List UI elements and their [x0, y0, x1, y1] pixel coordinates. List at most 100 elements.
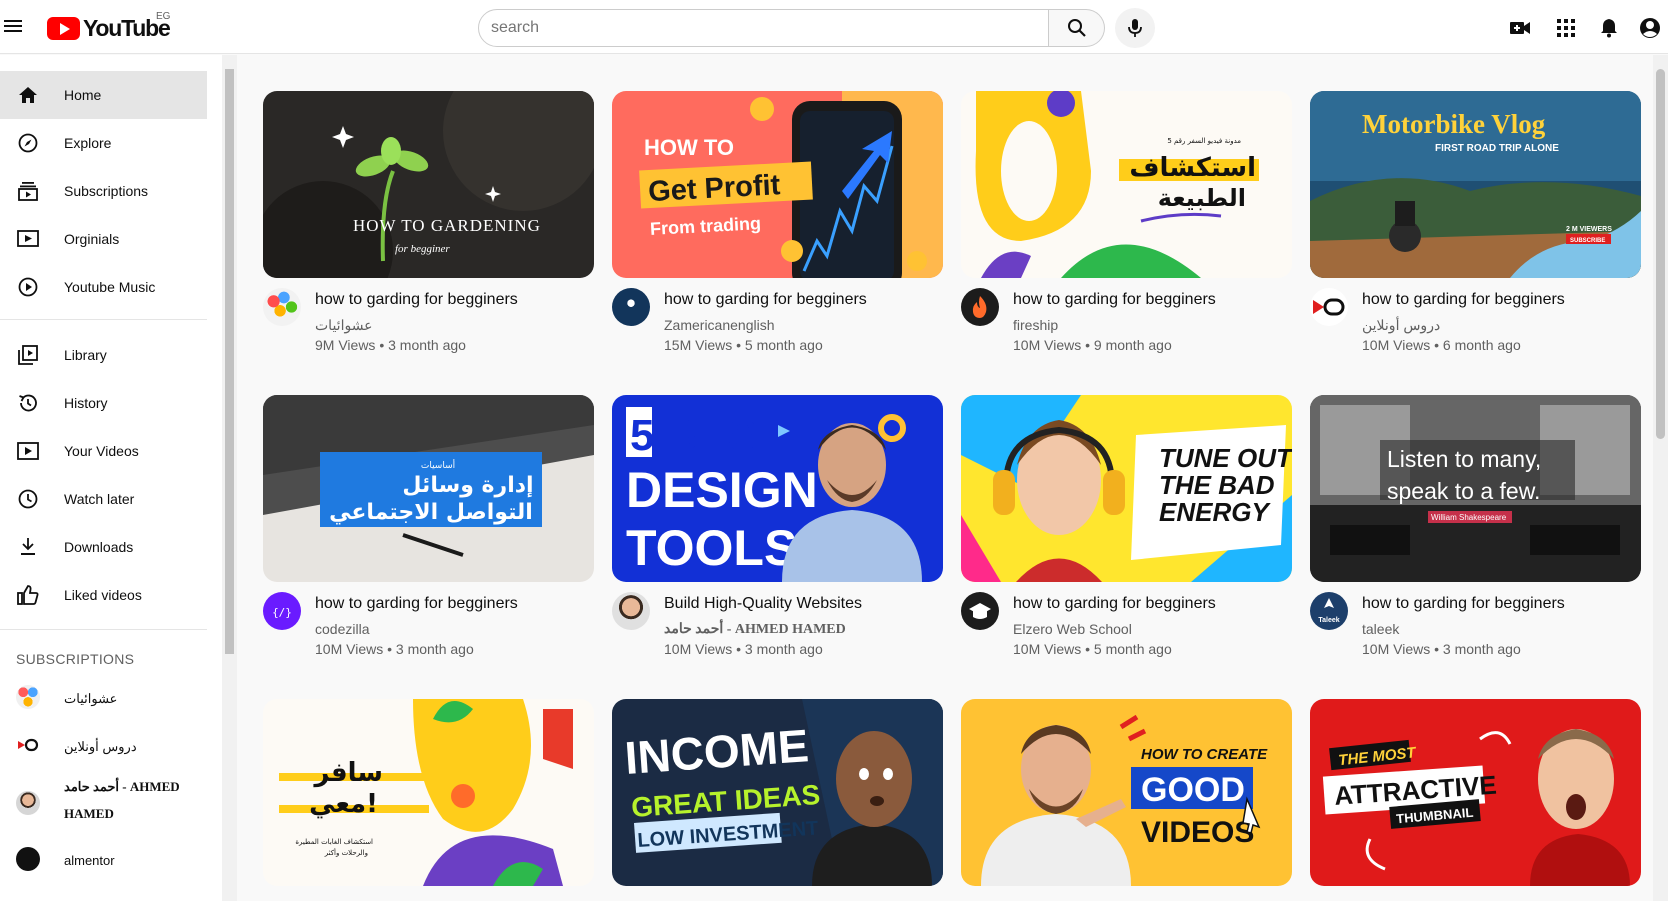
sidebar-item-watch-later[interactable]: Watch later [0, 475, 207, 523]
channel-name[interactable]: fireship [1013, 317, 1058, 333]
subscription-item[interactable]: دروس أونلاين [0, 723, 207, 771]
create-video-icon[interactable] [1508, 16, 1532, 40]
home-icon [17, 84, 39, 106]
video-thumbnail[interactable]: THE MOST ATTRACTIVE THUMBNAIL [1310, 699, 1641, 886]
video-thumbnail[interactable]: HOW TO CREATE GOOD VIDEOS [961, 699, 1292, 886]
your-videos-icon [17, 440, 39, 462]
video-thumbnail[interactable]: مدونة فيديو السفر رقم 5 استكشاف الطبيعة [961, 91, 1292, 278]
channel-avatar[interactable]: Taleek [1310, 592, 1348, 630]
channel-avatar[interactable] [961, 288, 999, 326]
sidebar-scrollbar[interactable] [222, 55, 237, 901]
sidebar: Home Explore Subscriptions Orginials You… [0, 55, 222, 901]
channel-name[interactable]: أحمد حامد - AHMED HAMED [664, 621, 846, 638]
subscription-item[interactable]: عشوائيات [0, 675, 207, 723]
video-title[interactable]: how to garding for begginers [1013, 291, 1216, 309]
video-title[interactable]: how to garding for begginers [664, 291, 867, 309]
sidebar-item-downloads[interactable]: Downloads [0, 523, 207, 571]
video-thumbnail[interactable]: سافر معي! استكشاف الغابات المطيرة والرحل… [263, 699, 594, 886]
video-title[interactable]: how to garding for begginers [1362, 595, 1565, 613]
thumbnail-subtext: THE BAD [1159, 470, 1275, 500]
video-title[interactable]: how to garding for begginers [1362, 291, 1565, 309]
video-stats: 10M Views • 3 month ago [1362, 641, 1521, 657]
thumbnail-subtext: for begginer [395, 243, 450, 255]
sidebar-item-youtube-music[interactable]: Youtube Music [0, 263, 207, 311]
channel-name[interactable]: taleek [1362, 621, 1399, 637]
thumbnail-text: استكشاف [1129, 153, 1256, 183]
video-meta: how to garding for begginers عشوائيات 9M… [263, 288, 594, 368]
channel-avatar[interactable] [1310, 288, 1348, 326]
download-icon [17, 536, 39, 558]
country-code: EG [156, 11, 171, 22]
sidebar-item-your-videos[interactable]: Your Videos [0, 427, 207, 475]
sidebar-item-label: Downloads [64, 539, 134, 555]
video-thumbnail[interactable]: Motorbike Vlog FIRST ROAD TRIP ALONE 2 M… [1310, 91, 1641, 278]
svg-text:{/}: {/} [272, 606, 292, 619]
video-thumbnail[interactable]: 5 BEST DESIGN TOOLS [612, 395, 943, 582]
main-scrollbar[interactable] [1653, 55, 1668, 901]
video-stats: 10M Views • 5 month ago [1013, 641, 1172, 657]
thumbnail-subtext3: SUBSCRIBE [1570, 238, 1605, 244]
clock-icon [17, 488, 39, 510]
channel-name[interactable]: عشوائيات [315, 317, 373, 334]
thumbnail-text: Listen to many, [1387, 446, 1541, 472]
video-title[interactable]: how to garding for begginers [315, 595, 518, 613]
video-thumbnail[interactable]: TUNE OUT THE BAD ENERGY [961, 395, 1292, 582]
main-scroll-thumb[interactable] [1656, 69, 1665, 439]
thumbnail-subtext: التواصل الاجتماعي [329, 500, 533, 525]
thumbnail-subtext: speak to a few. [1387, 478, 1540, 504]
library-icon [17, 344, 39, 366]
channel-name[interactable]: Elzero Web School [1013, 621, 1132, 637]
video-stats: 10M Views • 3 month ago [664, 641, 823, 657]
youtube-play-icon [47, 16, 80, 40]
music-icon [17, 276, 39, 298]
compass-icon [17, 132, 39, 154]
sidebar-item-library[interactable]: Library [0, 331, 207, 379]
sidebar-item-liked-videos[interactable]: Liked videos [0, 571, 207, 619]
video-thumbnail[interactable]: Listen to many, speak to a few. William … [1310, 395, 1641, 582]
search-input[interactable] [479, 10, 1048, 46]
channel-name[interactable]: codezilla [315, 621, 369, 637]
video-thumbnail[interactable]: INCOME GREAT IDEAS LOW INVESTMENT [612, 699, 943, 886]
channel-avatar [16, 847, 40, 871]
channel-name[interactable]: دروس أونلاين [1362, 317, 1440, 334]
sidebar-item-history[interactable]: History [0, 379, 207, 427]
subscription-item[interactable]: almentor [0, 837, 207, 885]
apps-grid-icon[interactable] [1554, 16, 1578, 40]
search-button[interactable] [1049, 9, 1105, 47]
video-thumbnail[interactable]: أساسيات إدارة وسائل التواصل الاجتماعي [263, 395, 594, 582]
video-meta: {/} how to garding for begginers codezil… [263, 592, 594, 672]
sidebar-item-home[interactable]: Home [0, 71, 207, 119]
thumbnail-text: HOW TO CREATE [1141, 746, 1268, 763]
thumbnail-subtext: الطبيعة [1158, 184, 1246, 212]
channel-avatar[interactable]: {/} [263, 592, 301, 630]
channel-name[interactable]: Zamericanenglish [664, 317, 775, 333]
originals-icon [17, 228, 39, 250]
subscription-item[interactable]: أحمد حامد - AHMED HAMED [0, 771, 207, 829]
sidebar-item-originals[interactable]: Orginials [0, 215, 207, 263]
video-title[interactable]: Build High-Quality Websites [664, 595, 862, 613]
video-title[interactable]: how to garding for begginers [315, 291, 518, 309]
sidebar-item-label: Your Videos [64, 443, 139, 459]
sidebar-item-label: Subscriptions [64, 183, 149, 199]
channel-avatar[interactable] [612, 288, 650, 326]
video-title[interactable]: how to garding for begginers [1013, 595, 1216, 613]
subscription-label: أحمد حامد - AHMED [64, 779, 180, 794]
sidebar-scroll-thumb[interactable] [225, 69, 234, 654]
youtube-logo[interactable]: YouTube [47, 14, 171, 42]
notifications-bell-icon[interactable] [1597, 16, 1621, 40]
video-stats: 9M Views • 3 month ago [315, 337, 466, 353]
voice-search-button[interactable] [1115, 8, 1155, 48]
channel-avatar[interactable] [612, 592, 650, 630]
thumbnail-subtext2: TOOLS [626, 520, 797, 576]
channel-avatar[interactable] [961, 592, 999, 630]
sidebar-item-subscriptions[interactable]: Subscriptions [0, 167, 207, 215]
thumbnail-subtext: معي! [309, 789, 378, 819]
channel-avatar[interactable] [263, 288, 301, 326]
search-icon [1067, 19, 1086, 37]
video-thumbnail[interactable]: HOW TO GARDENING for begginer [263, 91, 594, 278]
sidebar-item-explore[interactable]: Explore [0, 119, 207, 167]
account-avatar-icon[interactable] [1638, 16, 1662, 40]
menu-icon[interactable] [4, 17, 22, 35]
thumbnail-subtext2: 2 M VIEWERS [1566, 226, 1612, 233]
video-thumbnail[interactable]: HOW TO Get Profit From trading [612, 91, 943, 278]
